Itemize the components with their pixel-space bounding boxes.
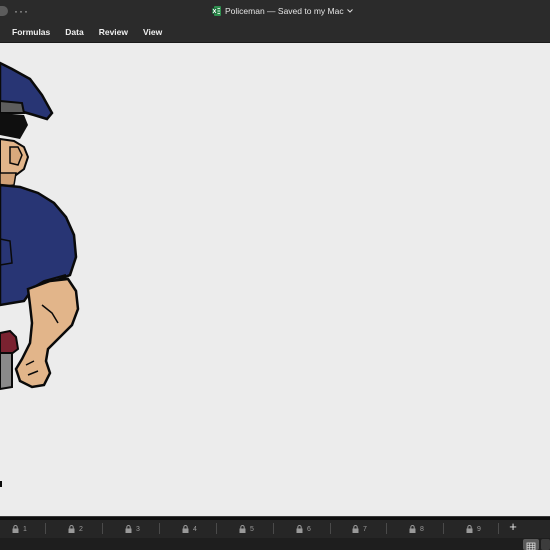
chevron-down-icon[interactable]	[346, 7, 354, 15]
menu-formulas[interactable]: Formulas	[12, 27, 50, 37]
tabs-divider	[0, 517, 550, 520]
sheet-tab-label: 6	[307, 525, 311, 533]
sheet-tabs-bar: 1 2 3 4 5 6 7 8 9 +	[0, 516, 550, 538]
tab-separator	[273, 523, 274, 534]
lock-icon	[182, 525, 189, 533]
sheet-tab-label: 5	[250, 525, 254, 533]
menu-bar: Formulas Data Review View	[0, 22, 550, 43]
window-controls: ···	[0, 4, 29, 18]
sheet-tab-3[interactable]: 3	[125, 523, 140, 535]
status-bar	[0, 538, 550, 550]
normal-view-button[interactable]	[523, 539, 539, 550]
sheet-tab-label: 7	[363, 525, 367, 533]
tab-separator	[159, 523, 160, 534]
document-title-label: Policeman — Saved to my Mac	[225, 6, 344, 16]
sheet-tab-1[interactable]: 1	[12, 523, 27, 535]
lock-icon	[296, 525, 303, 533]
sheet-tab-4[interactable]: 4	[182, 523, 197, 535]
policeman-artwork	[0, 61, 80, 487]
hair	[0, 113, 28, 139]
holster	[0, 329, 20, 356]
document-title[interactable]: Policeman — Saved to my Mac	[212, 4, 354, 18]
window-control-button[interactable]	[0, 6, 8, 16]
lock-icon	[239, 525, 246, 533]
sheet-tab-7[interactable]: 7	[352, 523, 367, 535]
sheet-tab-9[interactable]: 9	[466, 523, 481, 535]
sheet-tab-2[interactable]: 2	[68, 523, 83, 535]
lock-icon	[125, 525, 132, 533]
more-options-icon[interactable]: ···	[14, 4, 29, 18]
stray-mark	[0, 481, 2, 487]
tab-separator	[102, 523, 103, 534]
menu-review[interactable]: Review	[99, 27, 128, 37]
sheet-tab-label: 3	[136, 525, 140, 533]
hat-band	[0, 99, 26, 114]
grid-view-icon	[526, 542, 536, 550]
add-sheet-button[interactable]: +	[507, 520, 519, 534]
trousers	[0, 352, 13, 391]
sheet-tab-8[interactable]: 8	[409, 523, 424, 535]
sheet-canvas[interactable]	[0, 43, 550, 513]
sheet-tab-5[interactable]: 5	[239, 523, 254, 535]
tab-separator	[498, 523, 499, 534]
sheet-tab-label: 8	[420, 525, 424, 533]
lock-icon	[68, 525, 75, 533]
lock-icon	[409, 525, 416, 533]
sheet-tab-6[interactable]: 6	[296, 523, 311, 535]
lock-icon	[352, 525, 359, 533]
page-layout-view-button[interactable]	[541, 539, 550, 550]
tab-separator	[216, 523, 217, 534]
tab-separator	[45, 523, 46, 534]
menu-data[interactable]: Data	[65, 27, 83, 37]
sheet-tab-label: 4	[193, 525, 197, 533]
tab-separator	[330, 523, 331, 534]
sheet-tab-label: 2	[79, 525, 83, 533]
lock-icon	[12, 525, 19, 533]
lock-icon	[466, 525, 473, 533]
tab-separator	[443, 523, 444, 534]
menu-view[interactable]: View	[143, 27, 162, 37]
title-bar: ··· Policeman — Saved to my Mac	[0, 0, 550, 22]
sheet-tab-label: 1	[23, 525, 27, 533]
sheet-tab-label: 9	[477, 525, 481, 533]
tab-separator	[386, 523, 387, 534]
excel-doc-icon	[212, 6, 221, 16]
